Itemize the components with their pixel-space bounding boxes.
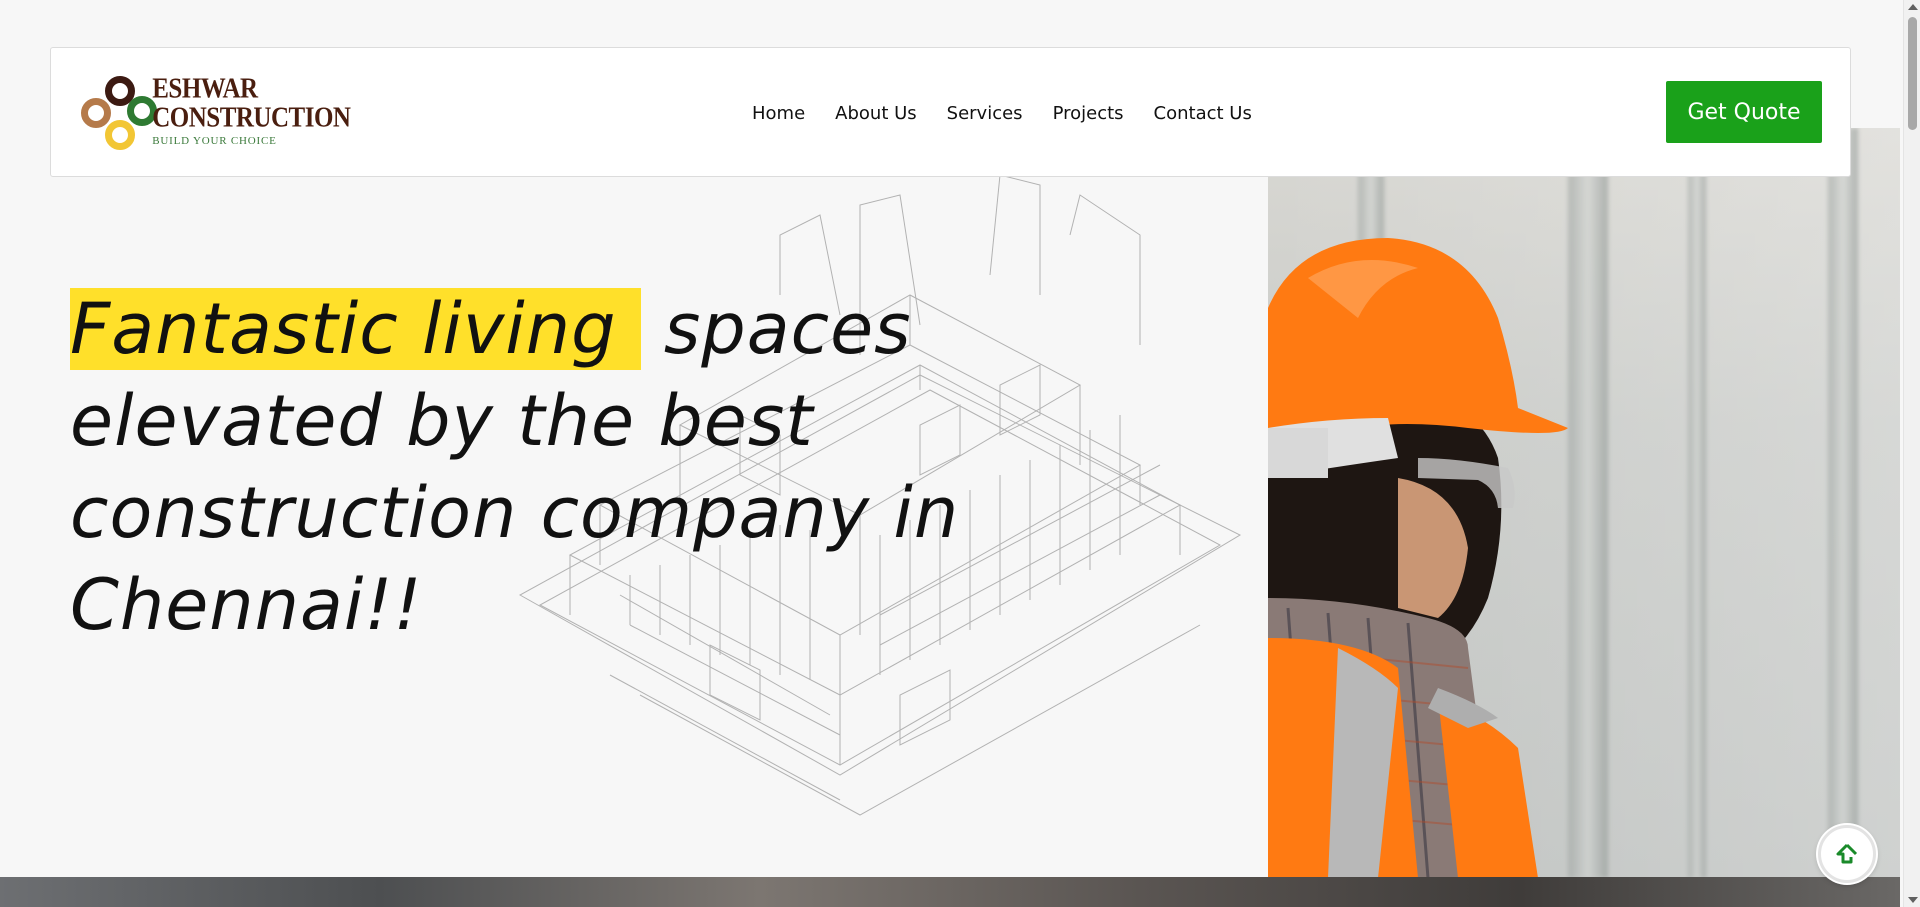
worker-illustration: [1268, 238, 1568, 878]
scrollbar-thumb[interactable]: [1908, 17, 1917, 130]
nav-item-services[interactable]: Services: [947, 103, 1023, 124]
scroll-to-top-button[interactable]: [1818, 825, 1876, 883]
brand-logo[interactable]: ESHWAR CONSTRUCTION BUILD YOUR CHOICE: [81, 72, 411, 152]
hero-headline: Fantastic living spaces elevated by the …: [70, 283, 970, 651]
hero-line3: construction company in: [70, 472, 960, 554]
hero-line2: elevated by the best: [70, 380, 814, 462]
brand-name: ESHWAR CONSTRUCTION: [152, 72, 351, 133]
hero-line4: Chennai!!: [70, 564, 423, 646]
next-section-image-strip: [0, 877, 1900, 907]
scroll-up-icon[interactable]: [1908, 4, 1918, 10]
page-scrollbar[interactable]: [1903, 0, 1920, 907]
hero-line1-rest: spaces: [663, 288, 912, 370]
hero-highlight-text: Fantastic living: [70, 288, 641, 370]
arrow-up-icon: [1836, 843, 1858, 864]
get-quote-button[interactable]: Get Quote: [1666, 81, 1822, 143]
landing-page: ESHWAR CONSTRUCTION BUILD YOUR CHOICE Ho…: [0, 0, 1920, 907]
scroll-down-icon[interactable]: [1908, 897, 1918, 903]
nav-item-home[interactable]: Home: [752, 103, 805, 124]
site-header: ESHWAR CONSTRUCTION BUILD YOUR CHOICE Ho…: [50, 47, 1851, 177]
brand-tagline: BUILD YOUR CHOICE: [152, 134, 277, 147]
nav-item-projects[interactable]: Projects: [1053, 103, 1124, 124]
worker-photo: [1268, 128, 1900, 878]
logo-rings-icon: [81, 76, 157, 152]
main-nav: Home About Us Services Projects Contact …: [752, 98, 1282, 128]
nav-item-about-us[interactable]: About Us: [835, 103, 917, 124]
nav-item-contact-us[interactable]: Contact Us: [1154, 103, 1252, 124]
